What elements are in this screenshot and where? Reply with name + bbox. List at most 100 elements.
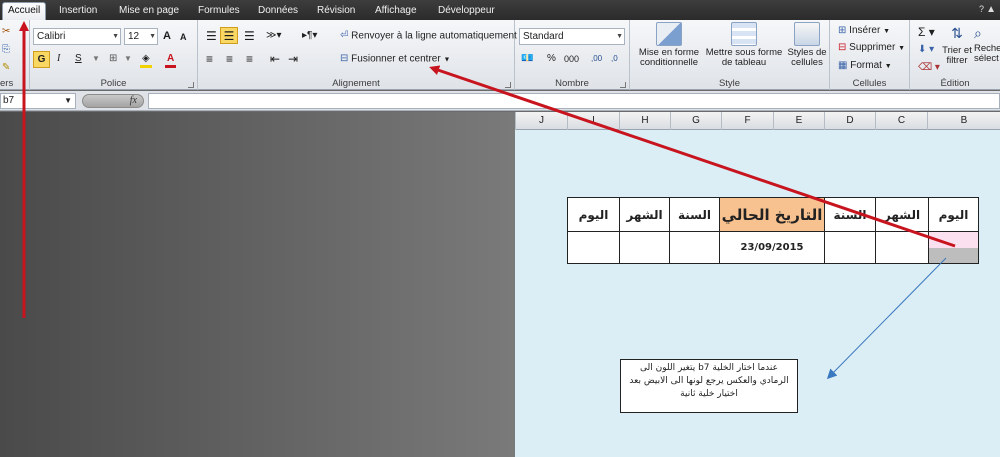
align-top-icon[interactable]: ☰ [204, 28, 219, 45]
tab-developpeur[interactable]: Développeur [433, 3, 500, 20]
group-police: Calibri ▼ 12 ▼ A A G I S ▼ ⊞ ▼ ◈ A Police [30, 20, 198, 90]
sort-filter-button[interactable]: ⇅ Trier et filtrer [940, 22, 974, 66]
cut-icon[interactable]: ✂ [0, 24, 12, 41]
underline-button[interactable]: S [73, 51, 84, 68]
delete-button[interactable]: ⊟ Supprimer ▼ [836, 40, 907, 57]
clear-icon[interactable]: ⌫ ▾ [916, 60, 942, 77]
insert-button[interactable]: ⊞ Insérer ▼ [836, 23, 892, 40]
help-icon[interactable]: ? [979, 4, 984, 14]
grow-font-button[interactable]: A [161, 28, 173, 45]
minimize-ribbon-icon[interactable]: ▲ [986, 4, 996, 15]
current-date-header-cell[interactable]: التاريخ الحالي [719, 197, 825, 232]
formula-input[interactable] [148, 93, 1000, 109]
decrease-indent-icon[interactable]: ⇤ [268, 51, 282, 68]
chevron-down-icon: ▼ [443, 56, 451, 64]
fill-icon[interactable]: ⬇ ▾ [916, 42, 936, 59]
column-header-b[interactable]: B [927, 112, 1000, 130]
dialog-launcher-icon[interactable] [188, 82, 194, 88]
table-cell[interactable] [619, 231, 670, 264]
format-painter-icon[interactable]: ✎ [0, 60, 12, 77]
delete-icon: ⊟ [838, 42, 847, 53]
increase-decimal-button[interactable]: ,00 [589, 51, 604, 68]
selected-cell-b7[interactable] [928, 231, 979, 264]
align-center-icon[interactable]: ≡ [224, 51, 235, 68]
table-cell[interactable]: اليوم [567, 197, 620, 232]
chevron-down-icon[interactable]: ▼ [90, 51, 102, 68]
find-select-button[interactable]: ⌕ Reche sélect [974, 22, 1000, 64]
dialog-launcher-icon[interactable] [505, 82, 511, 88]
column-header-e[interactable]: E [773, 112, 824, 130]
chevron-down-icon: ▼ [883, 28, 891, 35]
thousands-separator-button[interactable]: 000 [562, 51, 581, 68]
column-header-h[interactable]: H [619, 112, 670, 130]
number-format-select[interactable]: Standard ▼ [519, 28, 625, 45]
table-cell[interactable]: السنة [669, 197, 720, 232]
chevron-down-icon[interactable]: ▼ [122, 51, 134, 68]
decrease-decimal-button[interactable]: ,0 [609, 51, 620, 68]
percent-button[interactable]: % [545, 51, 558, 68]
column-header-c[interactable]: C [875, 112, 927, 130]
table-cell[interactable]: الشهر [619, 197, 670, 232]
wrap-text-button[interactable]: ⏎ Renvoyer à la ligne automatiquement [338, 28, 519, 45]
table-cell[interactable]: السنة [824, 197, 876, 232]
align-left-icon[interactable]: ≡ [204, 51, 215, 68]
increase-indent-icon[interactable]: ⇥ [286, 51, 300, 68]
format-button[interactable]: ▦ Format ▼ [836, 58, 894, 75]
column-header-j[interactable]: J [515, 112, 567, 130]
tab-revision[interactable]: Révision [312, 3, 360, 20]
table-cell[interactable] [669, 231, 720, 264]
name-box-value: b7 [3, 95, 15, 106]
font-size-select[interactable]: 12 ▼ [124, 28, 158, 45]
column-header-d[interactable]: D [824, 112, 875, 130]
conditional-format-button[interactable]: Mise en forme conditionnelle [636, 22, 702, 68]
table-cell[interactable]: اليوم [928, 197, 979, 232]
current-date-cell[interactable]: 23/09/2015 [719, 231, 825, 264]
tab-insertion[interactable]: Insertion [54, 3, 102, 20]
column-header-g[interactable]: G [670, 112, 721, 130]
font-color-icon[interactable]: A [165, 51, 177, 68]
align-bottom-icon[interactable]: ☰ [242, 28, 257, 45]
table-cell[interactable] [567, 231, 620, 264]
delete-label: Supprimer [849, 42, 896, 53]
chevron-down-icon: ▼ [64, 96, 72, 105]
tab-accueil[interactable]: Accueil [2, 2, 47, 21]
fx-icon[interactable]: fx [130, 95, 137, 106]
group-nombre: Standard ▼ 💶 % 000 ,00 ,0 Nombre [515, 20, 630, 90]
chevron-down-icon: ▼ [112, 33, 119, 40]
copy-icon[interactable]: ⎘ [0, 42, 12, 59]
table-cell[interactable] [875, 231, 929, 264]
fill-color-icon[interactable]: ◈ [140, 51, 152, 68]
bold-button[interactable]: G [33, 51, 50, 68]
orientation-icon[interactable]: ≫▾ [264, 28, 284, 45]
table-row: 23/09/2015 [567, 231, 979, 264]
search-icon: ⌕ [974, 25, 982, 41]
font-name-select[interactable]: Calibri ▼ [33, 28, 121, 45]
tab-mise-en-page[interactable]: Mise en page [114, 3, 184, 20]
autosum-icon[interactable]: Σ ▾ [916, 24, 937, 41]
dialog-launcher-icon[interactable] [620, 82, 626, 88]
shrink-font-button[interactable]: A [178, 29, 189, 46]
sort-filter-label-2: filtrer [946, 55, 968, 66]
currency-icon[interactable]: 💶 [519, 51, 535, 68]
table-cell[interactable] [824, 231, 876, 264]
date-table: اليوم الشهر السنة التاريخ الحالي السنة ا… [567, 197, 979, 264]
rtl-icon[interactable]: ▸¶▾ [300, 28, 319, 45]
italic-button[interactable]: I [55, 51, 62, 68]
table-cell[interactable]: الشهر [875, 197, 929, 232]
borders-icon[interactable]: ⊞ [107, 51, 119, 68]
name-box[interactable]: b7 ▼ [0, 93, 76, 109]
align-right-icon[interactable]: ≡ [244, 51, 255, 68]
tab-affichage[interactable]: Affichage [370, 3, 422, 20]
column-header-i[interactable]: I [567, 112, 619, 130]
tab-donnees[interactable]: Données [253, 3, 303, 20]
font-size-value: 12 [128, 31, 140, 42]
column-header-f[interactable]: F [721, 112, 773, 130]
formula-controls[interactable]: fx [82, 94, 144, 108]
cell-styles-button[interactable]: Styles de cellules [786, 22, 828, 68]
tab-formules[interactable]: Formules [193, 3, 245, 20]
group-label-edition: Édition [940, 78, 970, 89]
format-as-table-button[interactable]: Mettre sous forme de tableau [704, 22, 784, 68]
conditional-format-label-2: conditionnelle [639, 57, 699, 68]
merge-center-button[interactable]: ⊟ Fusionner et centrer ▼ [338, 51, 452, 68]
align-middle-icon[interactable]: ☰ [220, 27, 238, 44]
